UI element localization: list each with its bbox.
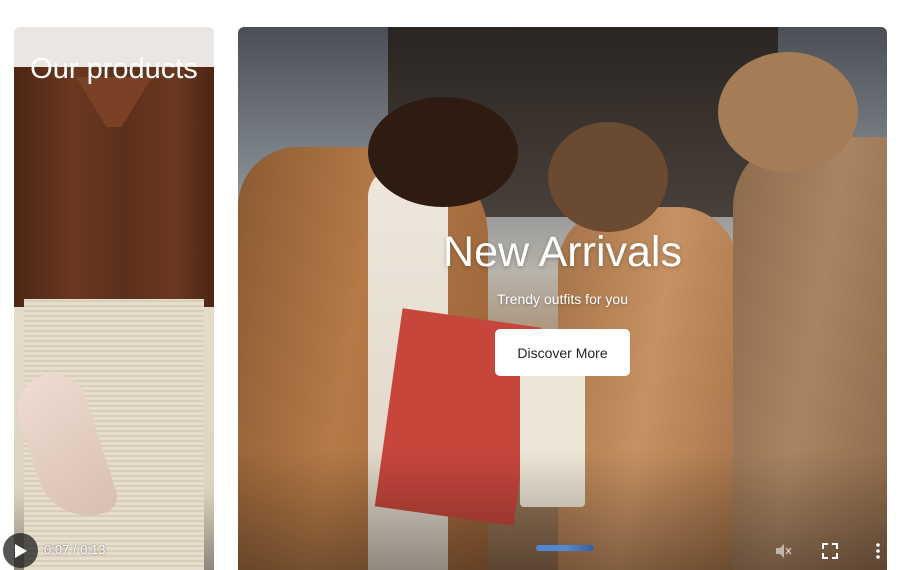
hero-subtitle: Trendy outfits for you bbox=[497, 291, 628, 307]
hero-video[interactable]: New Arrivals Trendy outfits for you Disc… bbox=[238, 27, 887, 570]
hero-title: New Arrivals bbox=[443, 228, 682, 276]
mute-icon[interactable] bbox=[774, 542, 792, 560]
video-controls: 0:07 / 0:13 bbox=[0, 530, 898, 570]
play-icon bbox=[15, 544, 27, 558]
progress-bar[interactable] bbox=[536, 545, 594, 551]
time-display: 0:07 / 0:13 bbox=[44, 542, 106, 557]
model-left-hair bbox=[368, 97, 518, 207]
products-tile[interactable]: Our products bbox=[14, 27, 214, 570]
more-options-icon[interactable] bbox=[869, 542, 887, 560]
play-button[interactable] bbox=[3, 533, 38, 568]
discover-more-button[interactable]: Discover More bbox=[495, 329, 630, 376]
model-right-hair bbox=[718, 52, 858, 172]
fullscreen-icon[interactable] bbox=[821, 542, 839, 560]
products-title: Our products bbox=[30, 53, 198, 85]
model-center-hair bbox=[548, 122, 668, 232]
